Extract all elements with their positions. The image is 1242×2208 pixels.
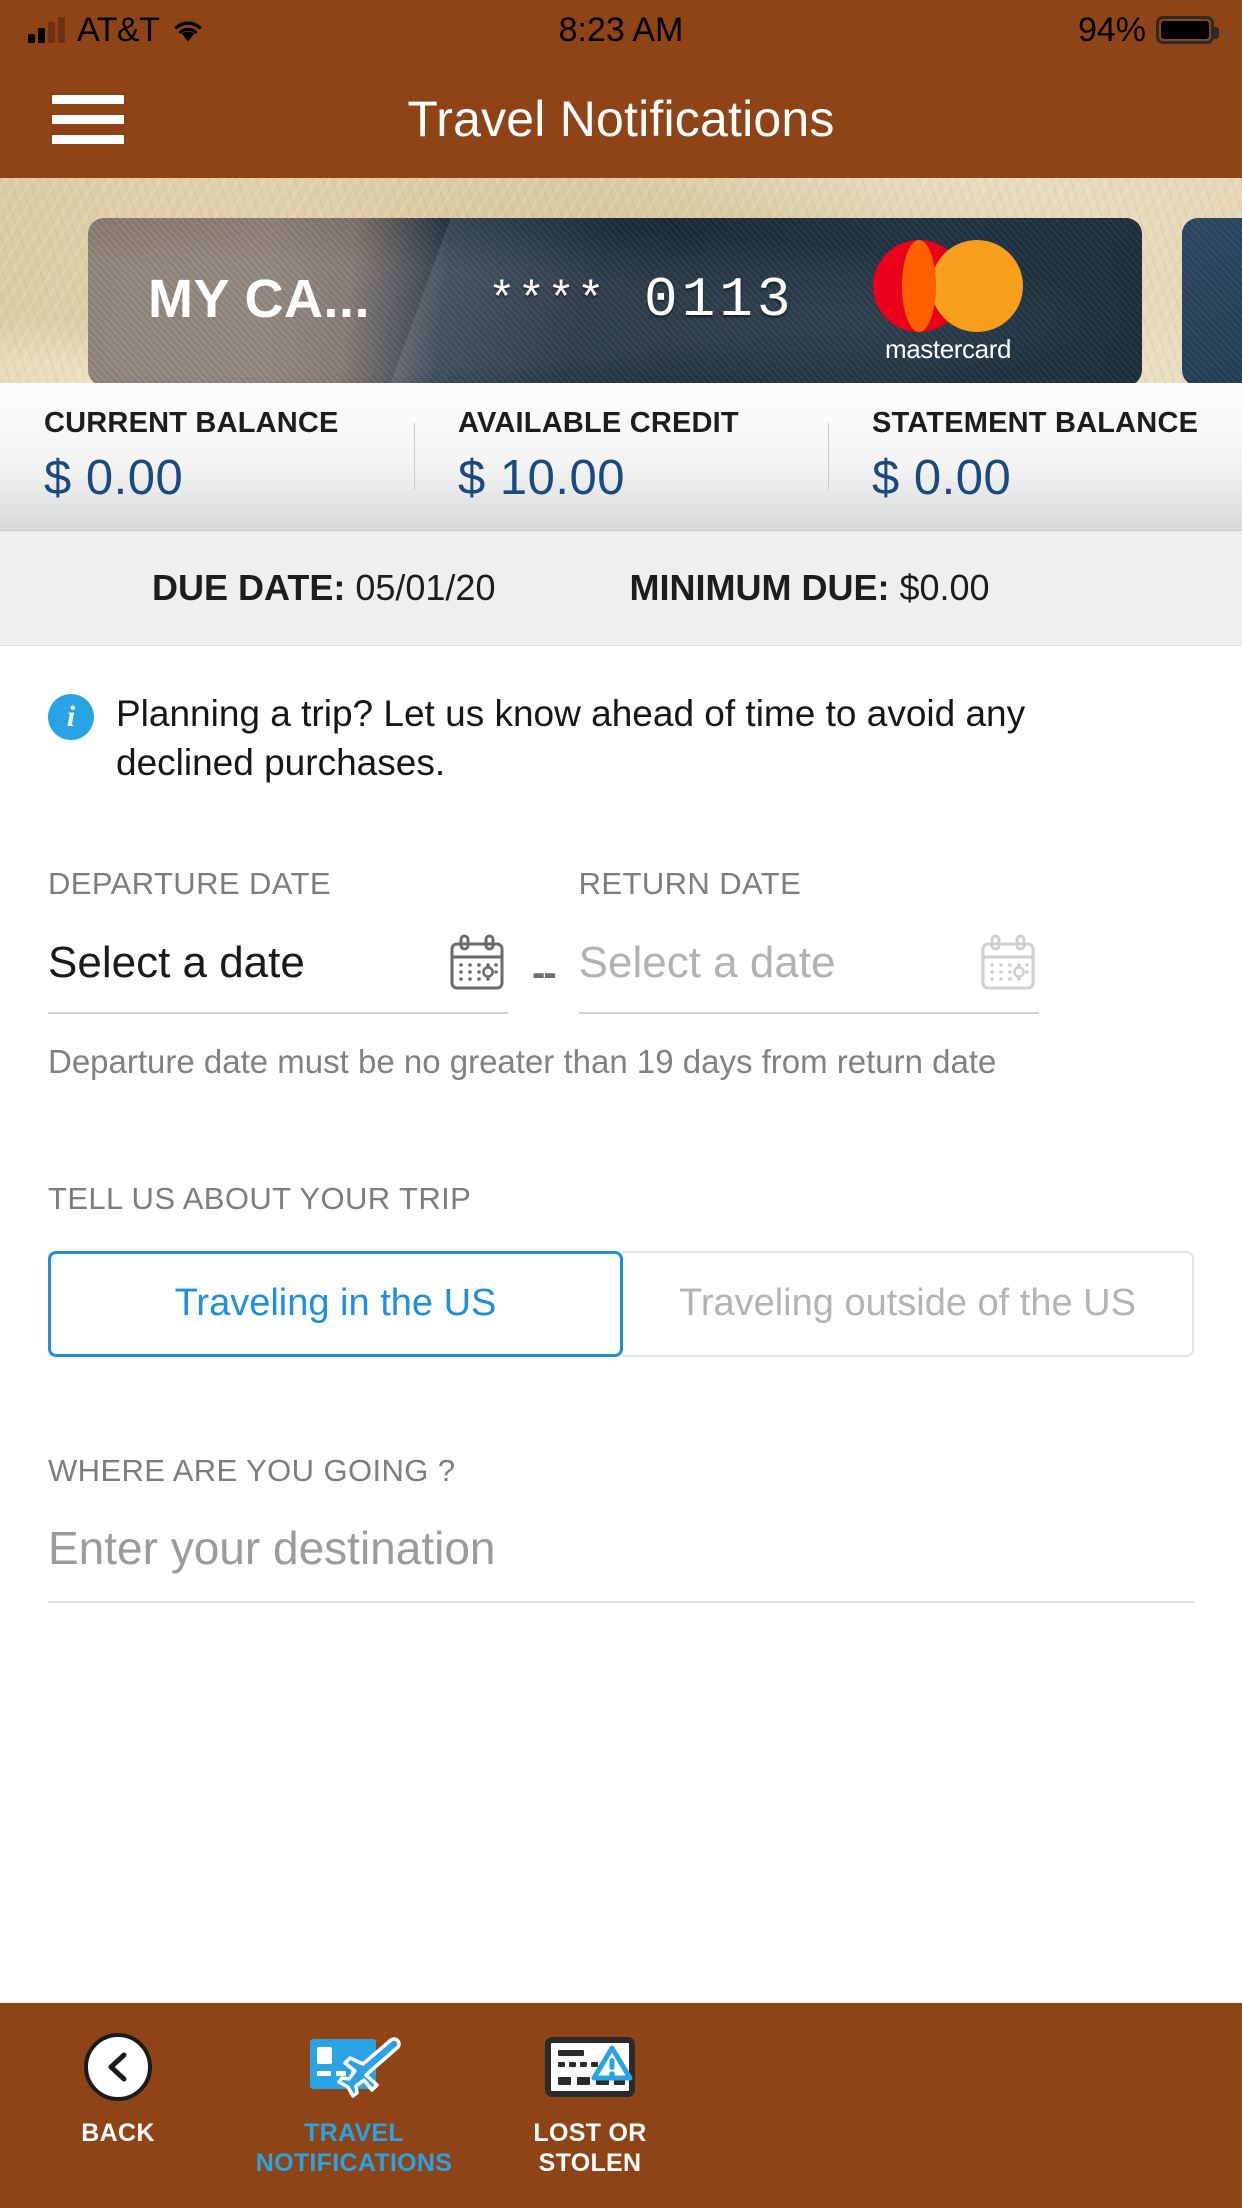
app-header: Travel Notifications <box>0 60 1242 178</box>
card-last-four: 0113 <box>644 268 795 332</box>
return-date-label: RETURN DATE <box>578 865 802 901</box>
balance-summary: CURRENT BALANCE $ 0.00 AVAILABLE CREDIT … <box>0 383 1242 531</box>
balance-cell-current: CURRENT BALANCE $ 0.00 <box>0 407 414 506</box>
minimum-due: MINIMUM DUE: $0.00 <box>629 567 989 609</box>
return-date-group: RETURN DATE Select a date <box>578 865 1039 1014</box>
departure-date-label: DEPARTURE DATE <box>48 865 331 901</box>
status-bar: AT&T 8:23 AM 94% <box>0 0 1242 60</box>
card-number: **** 0113 <box>488 268 794 332</box>
nav-label-line2: STOLEN <box>538 2148 642 2177</box>
back-chevron-icon <box>84 2029 152 2105</box>
main-content: i Planning a trip? Let us know ahead of … <box>0 646 1242 2003</box>
battery-icon <box>1156 16 1219 44</box>
destination-label: WHERE ARE YOU GOING ? <box>48 1452 456 1488</box>
card-mask: **** <box>488 275 607 327</box>
card-airplane-icon <box>306 2029 402 2105</box>
departure-date-value: Select a date <box>48 937 305 987</box>
nav-label-line2: NOTIFICATIONS <box>255 2148 453 2177</box>
calendar-icon[interactable] <box>446 932 508 994</box>
due-date-value: 05/01/20 <box>355 567 496 608</box>
balance-cell-statement: STATEMENT BALANCE $ 0.00 <box>828 407 1242 506</box>
payment-due-row: DUE DATE: 05/01/20 MINIMUM DUE: $0.00 <box>0 531 1242 646</box>
status-bar-clock: 8:23 AM <box>558 10 684 49</box>
destination-input[interactable] <box>48 1520 1194 1575</box>
mastercard-logo-icon: mastercard <box>866 240 1030 365</box>
minimum-due-label: MINIMUM DUE: <box>629 567 890 608</box>
balance-label: CURRENT BALANCE <box>44 407 339 439</box>
balance-label: STATEMENT BALANCE <box>872 407 1199 439</box>
balance-label: AVAILABLE CREDIT <box>458 407 739 439</box>
return-date-field[interactable]: Select a date <box>578 932 1039 1014</box>
mastercard-overlap <box>902 240 936 332</box>
card-nickname: MY CA... <box>148 269 371 329</box>
departure-date-group: DEPARTURE DATE Select a date <box>48 866 508 1014</box>
due-date-label: DUE DATE: <box>152 567 346 608</box>
balance-value: $ 0.00 <box>872 451 1012 505</box>
card-carousel[interactable]: MY CA... **** 0113 mastercard <box>0 178 1242 383</box>
trip-type-segmented-control: Traveling in the US Traveling outside of… <box>48 1250 1194 1357</box>
nav-label-lost-or-stolen: LOST OR STOLEN <box>533 2119 646 2178</box>
trip-section-label: TELL US ABOUT YOUR TRIP <box>48 1180 472 1216</box>
mastercard-circles <box>873 240 1023 332</box>
nav-item-back[interactable]: BACK <box>0 2029 236 2149</box>
bottom-navigation: BACK TRAVEL NOTIFICATIONS LOST OR STOLEN <box>0 2003 1242 2208</box>
nav-label-travel-notifications: TRAVEL NOTIFICATIONS <box>256 2119 452 2178</box>
minimum-due-value: $0.00 <box>899 567 990 608</box>
card-warning-icon <box>544 2029 636 2105</box>
nav-item-travel-notifications[interactable]: TRAVEL NOTIFICATIONS <box>236 2029 472 2178</box>
app-screen: AT&T 8:23 AM 94% Travel Notifications MY… <box>0 0 1242 2208</box>
mastercard-yellow-circle <box>931 240 1023 332</box>
credit-card-next[interactable] <box>1182 218 1242 383</box>
date-range-separator: -- <box>532 951 557 996</box>
date-hint-text: Departure date must be no greater than 1… <box>48 1042 997 1080</box>
info-banner: i Planning a trip? Let us know ahead of … <box>48 690 1194 788</box>
balance-cell-available-credit: AVAILABLE CREDIT $ 10.00 <box>414 407 828 506</box>
credit-card[interactable]: MY CA... **** 0113 mastercard <box>88 218 1142 383</box>
calendar-icon[interactable] <box>977 932 1039 994</box>
balance-value: $ 10.00 <box>458 451 625 505</box>
nav-label-back: BACK <box>81 2119 155 2147</box>
page-title: Travel Notifications <box>407 91 835 147</box>
info-banner-text: Planning a trip? Let us know ahead of ti… <box>116 693 1026 783</box>
hamburger-menu-icon[interactable] <box>52 84 124 155</box>
balance-value: $ 0.00 <box>44 451 184 505</box>
departure-date-field[interactable]: Select a date <box>48 932 508 1014</box>
mastercard-wordmark: mastercard <box>884 334 1012 364</box>
date-range-row: DEPARTURE DATE Select a date -- RETURN D… <box>48 866 1194 1014</box>
destination-field[interactable] <box>48 1520 1194 1603</box>
trip-option-in-us[interactable]: Traveling in the US <box>48 1250 623 1357</box>
nav-label-line1: TRAVEL <box>304 2119 404 2147</box>
return-date-value: Select a date <box>578 937 836 987</box>
info-icon: i <box>48 694 94 740</box>
due-date: DUE DATE: 05/01/20 <box>152 567 495 609</box>
nav-item-lost-or-stolen[interactable]: LOST OR STOLEN <box>472 2029 708 2178</box>
nav-label-line1: LOST OR <box>533 2119 647 2147</box>
trip-option-outside-us[interactable]: Traveling outside of the US <box>623 1250 1194 1357</box>
